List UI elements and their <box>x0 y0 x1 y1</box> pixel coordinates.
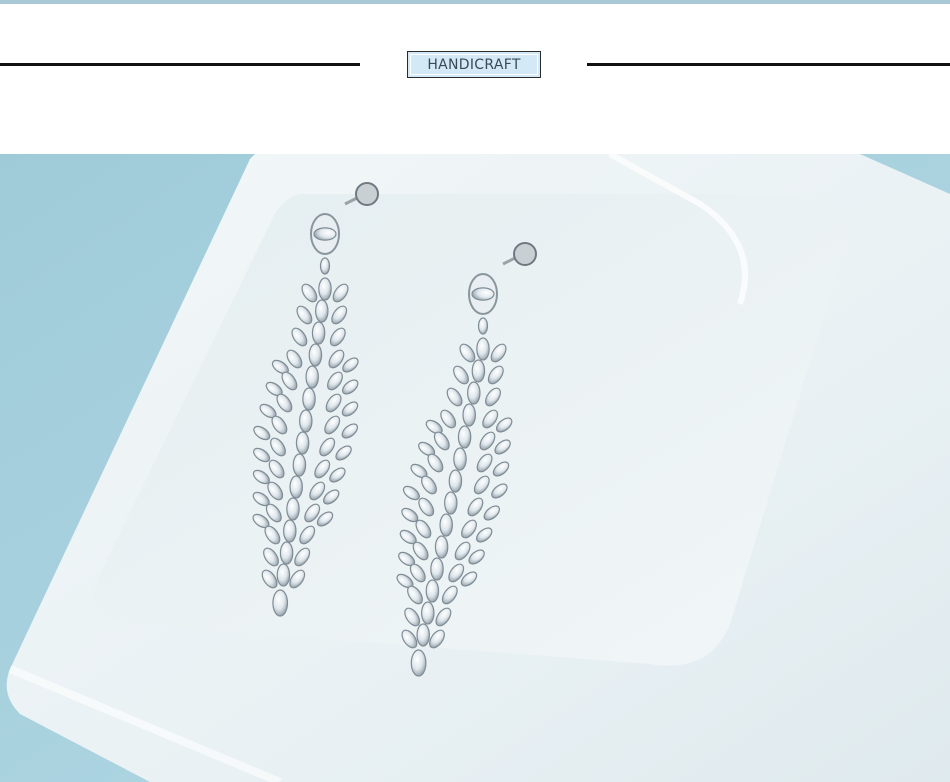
gem-icon <box>444 491 458 515</box>
section-badge: HANDICRAFT <box>407 51 541 78</box>
section-badge-label: HANDICRAFT <box>427 56 521 73</box>
gem-icon <box>318 277 332 301</box>
header-divider-right <box>587 63 950 66</box>
gem-icon <box>416 623 430 647</box>
gem-icon <box>476 337 490 361</box>
gem-icon <box>272 589 289 617</box>
gem-icon <box>462 403 476 427</box>
gem-icon <box>453 447 467 471</box>
gem-icon <box>295 431 310 455</box>
gem-icon <box>286 497 300 521</box>
gem-icon <box>308 343 323 367</box>
gem-icon <box>311 321 326 345</box>
gem-icon <box>421 601 435 625</box>
gem-icon <box>276 563 291 587</box>
gem-icon <box>292 453 307 477</box>
gem-icon <box>457 425 472 449</box>
gem-icon <box>430 557 444 581</box>
gem-icon <box>425 579 440 603</box>
gem-icon <box>410 649 427 677</box>
gem-icon <box>279 541 294 565</box>
gem-icon <box>289 475 303 499</box>
header-divider-left <box>0 63 360 66</box>
earring-back-icon <box>513 242 537 266</box>
top-accent-strip <box>0 0 950 4</box>
gem-icon <box>471 359 486 383</box>
gem-icon <box>477 317 489 335</box>
gem-icon <box>302 387 316 411</box>
earring-back-icon <box>355 182 379 206</box>
gem-icon <box>283 519 297 543</box>
earrings-photo-icon <box>0 154 950 782</box>
gem-icon <box>299 409 313 433</box>
gem-icon <box>439 513 453 537</box>
gem-icon <box>434 535 449 559</box>
gem-icon <box>313 227 337 241</box>
gem-icon <box>319 257 331 275</box>
gem-icon <box>305 365 319 389</box>
gem-icon <box>448 469 463 493</box>
gem-icon <box>467 381 481 405</box>
gem-icon <box>315 299 329 323</box>
gem-icon <box>471 287 495 301</box>
product-photo <box>0 154 950 782</box>
